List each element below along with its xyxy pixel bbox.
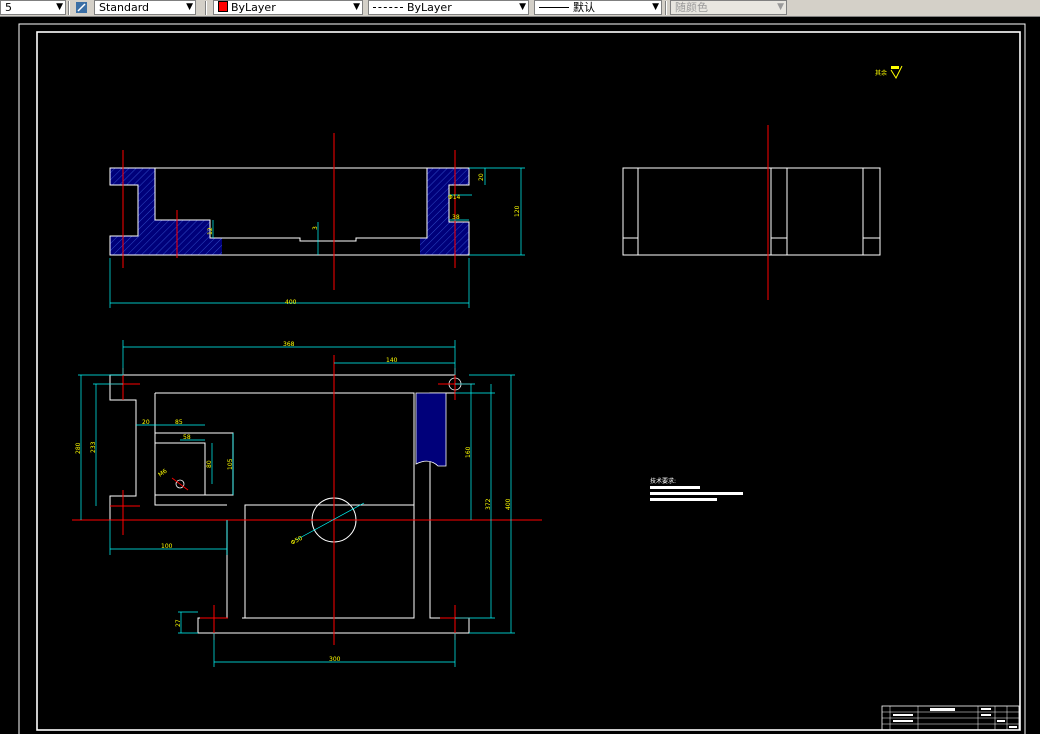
layer-dropdown[interactable]: 5 ▼ <box>0 0 66 15</box>
chevron-down-icon: ▼ <box>56 2 63 12</box>
dim-top-85: 85 <box>175 419 183 426</box>
surface-finish-symbol: 其余 <box>875 65 903 80</box>
dim-top-280: 280 <box>75 442 82 454</box>
chevron-down-icon: ▼ <box>652 2 659 12</box>
dim-front-120: 120 <box>514 205 521 217</box>
color-value: ByLayer <box>231 1 276 14</box>
dim-front-12: 12 <box>207 227 214 235</box>
text-style-icon[interactable] <box>74 0 90 15</box>
dim-top-100: 100 <box>161 543 173 550</box>
plotstyle-dropdown: 随颜色 ▼ <box>670 0 787 15</box>
dim-front-3: 3 <box>312 226 319 230</box>
toolbar-separator <box>205 1 207 15</box>
drawing-canvas[interactable]: 其余 400 120 20 Φ14 38 12 3 368 140 280 23… <box>0 16 1040 734</box>
side-view <box>622 125 881 300</box>
dim-front-400: 400 <box>285 299 297 306</box>
chevron-down-icon: ▼ <box>353 2 360 12</box>
plotstyle-value: 随颜色 <box>675 1 708 14</box>
text-style-dropdown[interactable]: Standard ▼ <box>94 0 196 15</box>
dim-front-38: 38 <box>452 214 460 221</box>
color-swatch-icon <box>218 1 228 12</box>
toolbar-separator <box>68 1 70 15</box>
dim-top-105: 105 <box>227 458 234 470</box>
lineweight-value: 默认 <box>573 1 595 14</box>
title-block <box>881 705 1020 731</box>
chevron-down-icon: ▼ <box>777 2 784 12</box>
dim-top-372: 372 <box>485 498 492 510</box>
layer-value: 5 <box>5 1 12 14</box>
lineweight-preview-icon <box>539 7 569 8</box>
dim-top-m6: M6 <box>157 468 169 479</box>
tech-req-title: 技术要求: <box>650 477 676 485</box>
lineweight-dropdown[interactable]: 默认 ▼ <box>534 0 662 15</box>
front-view: 400 120 20 Φ14 38 12 3 <box>109 133 525 308</box>
dim-top-400: 400 <box>505 498 512 510</box>
dim-top-368: 368 <box>283 341 295 348</box>
chevron-down-icon: ▼ <box>186 2 193 12</box>
dim-top-140: 140 <box>386 357 398 364</box>
linetype-value: ByLayer <box>407 1 452 14</box>
properties-toolbar: 5 ▼ Standard ▼ ByLayer ▼ ByLayer ▼ 默认 ▼ … <box>0 0 1040 17</box>
dim-top-233: 233 <box>90 441 97 453</box>
outer-sheet-border <box>18 23 1026 734</box>
color-dropdown[interactable]: ByLayer ▼ <box>213 0 363 15</box>
dim-top-27: 27 <box>175 619 182 627</box>
inner-sheet-border <box>36 31 1021 731</box>
dim-top-58: 58 <box>183 434 191 441</box>
dim-top-80: 80 <box>206 460 213 468</box>
linetype-preview-icon <box>373 7 403 8</box>
text-style-value: Standard <box>99 1 150 14</box>
dim-front-phi14: Φ14 <box>448 194 461 201</box>
top-view: 368 140 280 233 20 85 58 80 105 M6 160 3… <box>72 340 542 667</box>
toolbar-separator <box>665 1 667 15</box>
surface-note-text: 其余 <box>875 69 887 77</box>
technical-requirements: 技术要求: <box>650 477 743 501</box>
linetype-dropdown[interactable]: ByLayer ▼ <box>368 0 529 15</box>
dim-top-160: 160 <box>465 446 472 458</box>
dim-top-300: 300 <box>329 656 341 663</box>
dim-front-20: 20 <box>478 173 485 181</box>
chevron-down-icon: ▼ <box>519 2 526 12</box>
dim-top-20: 20 <box>142 419 150 426</box>
